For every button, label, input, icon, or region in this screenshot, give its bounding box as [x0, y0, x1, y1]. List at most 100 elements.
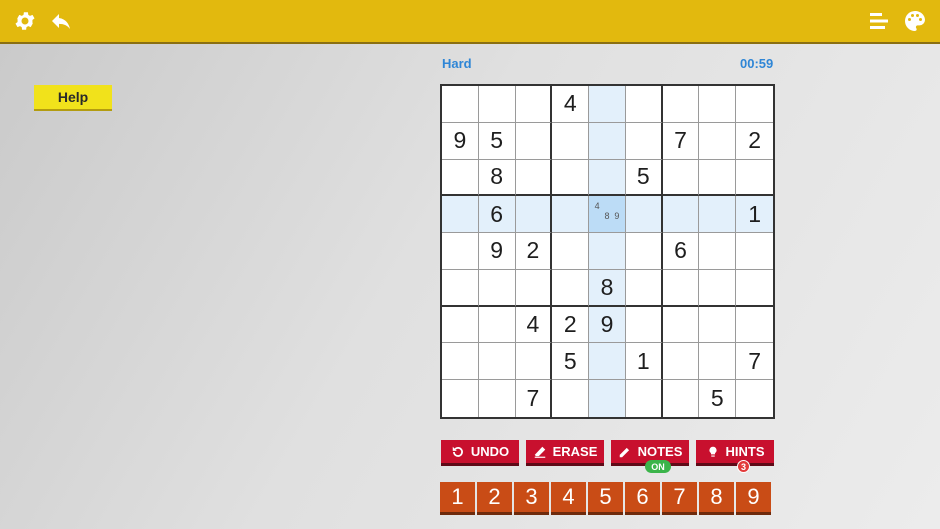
board-cell[interactable] — [662, 159, 700, 197]
board-cell[interactable] — [625, 86, 663, 123]
number-8-button[interactable]: 8 — [699, 482, 734, 515]
palette-icon[interactable] — [902, 8, 928, 34]
board-cell[interactable] — [625, 122, 663, 160]
board-cell[interactable] — [478, 343, 516, 381]
board-cell[interactable] — [442, 86, 479, 123]
number-3-button[interactable]: 3 — [514, 482, 549, 515]
board-cell[interactable]: 5 — [699, 380, 737, 417]
board-cell[interactable] — [699, 122, 737, 160]
board-cell[interactable]: 7 — [736, 343, 773, 381]
board-cell[interactable]: 9 — [478, 233, 516, 270]
board-cell[interactable] — [552, 122, 590, 160]
board-cell[interactable] — [589, 122, 626, 160]
board-cell[interactable] — [442, 233, 479, 270]
board-cell[interactable] — [625, 233, 663, 270]
board-cell[interactable] — [662, 343, 700, 381]
board-cell[interactable] — [736, 160, 773, 197]
board-cell[interactable] — [662, 306, 700, 344]
board-cell[interactable]: 5 — [625, 159, 663, 197]
board-cell[interactable] — [442, 380, 479, 417]
board-cell[interactable] — [515, 86, 553, 123]
board-cell[interactable]: 489 — [589, 196, 626, 234]
board-cell[interactable]: 8 — [478, 159, 516, 197]
number-2-button[interactable]: 2 — [477, 482, 512, 515]
board-cell[interactable] — [736, 86, 773, 123]
board-cell[interactable] — [699, 269, 737, 307]
board-cell[interactable]: 9 — [442, 122, 479, 160]
board-cell[interactable] — [626, 380, 663, 417]
hints-button[interactable]: HINTS — [696, 440, 774, 466]
board-cell[interactable]: 9 — [589, 306, 626, 344]
board-cell[interactable] — [625, 196, 663, 234]
number-7-button[interactable]: 7 — [662, 482, 697, 515]
board-cell[interactable] — [699, 159, 737, 197]
board-cell[interactable] — [442, 159, 479, 197]
undo-button[interactable]: UNDO — [441, 440, 519, 466]
menu-icon[interactable] — [866, 8, 892, 34]
board-cell[interactable] — [552, 159, 590, 197]
board-cell[interactable] — [442, 343, 479, 381]
number-1-button[interactable]: 1 — [440, 482, 475, 515]
number-6-button[interactable]: 6 — [625, 482, 660, 515]
board-cell[interactable] — [736, 380, 773, 417]
board-cell[interactable]: 5 — [552, 343, 590, 381]
board-cell[interactable] — [625, 306, 663, 344]
board-cell[interactable] — [515, 343, 553, 381]
board-cell[interactable]: 7 — [662, 122, 700, 160]
board-cell[interactable] — [736, 233, 773, 270]
board-cell[interactable]: 4 — [515, 306, 553, 344]
back-arrow-icon[interactable] — [48, 8, 74, 34]
board-cell[interactable]: 8 — [589, 269, 626, 307]
board-cell[interactable] — [699, 306, 737, 344]
board-cell[interactable]: 1 — [736, 196, 773, 234]
number-4-button[interactable]: 4 — [551, 482, 586, 515]
board-cell[interactable] — [552, 233, 590, 270]
board-cell[interactable]: 4 — [552, 86, 590, 123]
board-cell[interactable]: 6 — [478, 196, 516, 234]
board-cell[interactable] — [478, 269, 516, 307]
board-cell[interactable] — [515, 159, 553, 197]
gear-icon[interactable] — [12, 8, 38, 34]
board-cell[interactable]: 5 — [478, 122, 516, 160]
board-cell[interactable] — [736, 307, 773, 344]
board-cell[interactable] — [589, 233, 626, 270]
board-cell[interactable]: 1 — [625, 343, 663, 381]
board-cell[interactable] — [552, 196, 590, 234]
number-pad: 123456789 — [440, 482, 771, 515]
board-cell[interactable] — [515, 196, 553, 234]
number-5-button[interactable]: 5 — [588, 482, 623, 515]
board-cell[interactable] — [552, 269, 590, 307]
board-cell[interactable] — [515, 269, 553, 307]
board-cell[interactable] — [478, 86, 516, 123]
board-cell[interactable]: 2 — [736, 123, 773, 160]
board-cell[interactable] — [736, 270, 773, 307]
board-cell[interactable] — [442, 306, 479, 344]
board-cell[interactable]: 6 — [662, 233, 700, 270]
board-cell[interactable] — [662, 269, 700, 307]
board-cell[interactable] — [699, 233, 737, 270]
board-cell[interactable] — [662, 196, 700, 234]
board-cell[interactable] — [699, 86, 737, 123]
board-cell[interactable]: 7 — [516, 380, 553, 417]
board-cell[interactable] — [589, 86, 626, 123]
number-9-button[interactable]: 9 — [736, 482, 771, 515]
board-cell[interactable] — [479, 380, 516, 417]
board-cell[interactable] — [442, 269, 479, 307]
board-cell[interactable] — [589, 380, 626, 417]
board-cell[interactable] — [625, 269, 663, 307]
undo-label: UNDO — [470, 444, 510, 459]
board-cell[interactable]: 2 — [552, 306, 590, 344]
help-button[interactable]: Help — [34, 85, 112, 111]
board-cell[interactable] — [589, 343, 626, 381]
board-cell[interactable] — [552, 380, 590, 417]
erase-button[interactable]: ERASE — [526, 440, 604, 466]
board-cell[interactable] — [699, 343, 737, 381]
board-cell[interactable] — [442, 196, 479, 234]
board-cell[interactable] — [478, 306, 516, 344]
board-cell[interactable] — [663, 380, 700, 417]
board-cell[interactable]: 2 — [515, 233, 553, 270]
note-digit — [612, 191, 622, 201]
board-cell[interactable] — [699, 196, 737, 234]
board-cell[interactable] — [662, 86, 700, 123]
board-cell[interactable] — [515, 122, 553, 160]
